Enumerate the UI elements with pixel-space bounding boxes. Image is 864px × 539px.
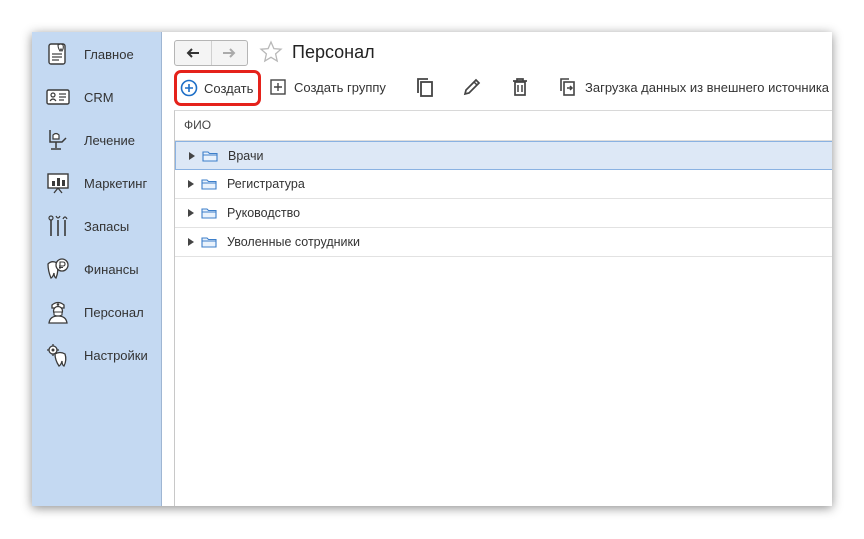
dental-tools-icon [48,215,68,236]
sidebar-item-crm[interactable]: CRM [32,77,161,117]
create-button[interactable]: Создать [174,70,261,106]
sidebar-item-label: CRM [84,89,114,105]
sidebar-item-label: Персонал [84,304,144,320]
sidebar-item-staff[interactable]: Персонал [32,292,161,332]
forward-button[interactable] [210,41,248,65]
row-label: Руководство [227,206,301,220]
sidebar-item-label: Запасы [84,218,130,234]
delete-icon[interactable] [509,76,531,98]
column-header-fio[interactable]: ФИО [175,111,832,141]
row-label: Уволенные сотрудники [227,235,360,249]
dental-chair-icon [49,130,67,150]
expand-triangle-icon[interactable] [188,180,194,188]
create-button-label: Создать [204,80,254,96]
sidebar: Главное CRM Лечение Маркетинг Запасы Фин… [32,32,162,506]
folder-icon [201,237,217,248]
expand-triangle-icon[interactable] [188,238,194,246]
upload-icon [560,78,575,96]
sidebar-item-label: Настройки [84,347,148,363]
doctor-icon [48,301,68,324]
row-label: Регистратура [227,177,305,191]
back-button[interactable] [175,41,211,65]
sidebar-item-label: Лечение [84,132,136,148]
staff-table: ФИО Врачи Регистратура Руководство Уволе… [174,110,832,506]
table-row[interactable]: Руководство [175,199,832,228]
favorite-star-icon[interactable] [259,40,283,64]
table-row[interactable]: Уволенные сотрудники [175,228,832,257]
crm-icon [46,89,70,105]
sidebar-item-finance[interactable]: Финансы [32,249,161,289]
sidebar-item-supplies[interactable]: Запасы [32,206,161,246]
main-icon [48,43,66,65]
copy-icon[interactable] [414,76,436,98]
plus-square-icon [270,79,286,95]
page-title: Персонал [292,42,375,62]
tooth-gear-icon [47,344,67,367]
create-group-button[interactable]: Создать группу [270,74,386,100]
create-group-label: Создать группу [294,79,386,95]
presentation-icon [47,173,69,194]
folder-icon [201,179,217,190]
sidebar-item-label: Финансы [84,261,139,277]
edit-icon[interactable] [461,76,483,98]
arrow-left-icon [186,48,199,58]
plus-circle-icon [180,79,198,97]
sidebar-item-main[interactable]: Главное [32,34,161,74]
history-navigation [174,40,248,66]
upload-label: Загрузка данных из внешнего источника [585,79,830,95]
row-label: Врачи [228,149,264,163]
sidebar-item-marketing[interactable]: Маркетинг [32,163,161,203]
upload-from-external-button[interactable]: Загрузка данных из внешнего источника [557,74,829,100]
sidebar-item-label: Главное [84,46,134,62]
sidebar-item-treatment[interactable]: Лечение [32,120,161,160]
sidebar-item-label: Маркетинг [84,175,148,191]
expand-triangle-icon[interactable] [188,209,194,217]
expand-triangle-icon[interactable] [189,152,195,160]
arrow-right-icon [223,48,236,58]
folder-icon [201,208,217,219]
main-panel: Персонал Создать Создать группу Загрузка… [162,32,832,506]
app-window: Главное CRM Лечение Маркетинг Запасы Фин… [32,32,832,506]
sidebar-item-settings[interactable]: Настройки [32,335,161,375]
folder-icon [202,151,218,162]
table-row[interactable]: Регистратура [175,170,832,199]
table-row[interactable]: Врачи [175,141,832,170]
tooth-ruble-icon [47,258,69,279]
